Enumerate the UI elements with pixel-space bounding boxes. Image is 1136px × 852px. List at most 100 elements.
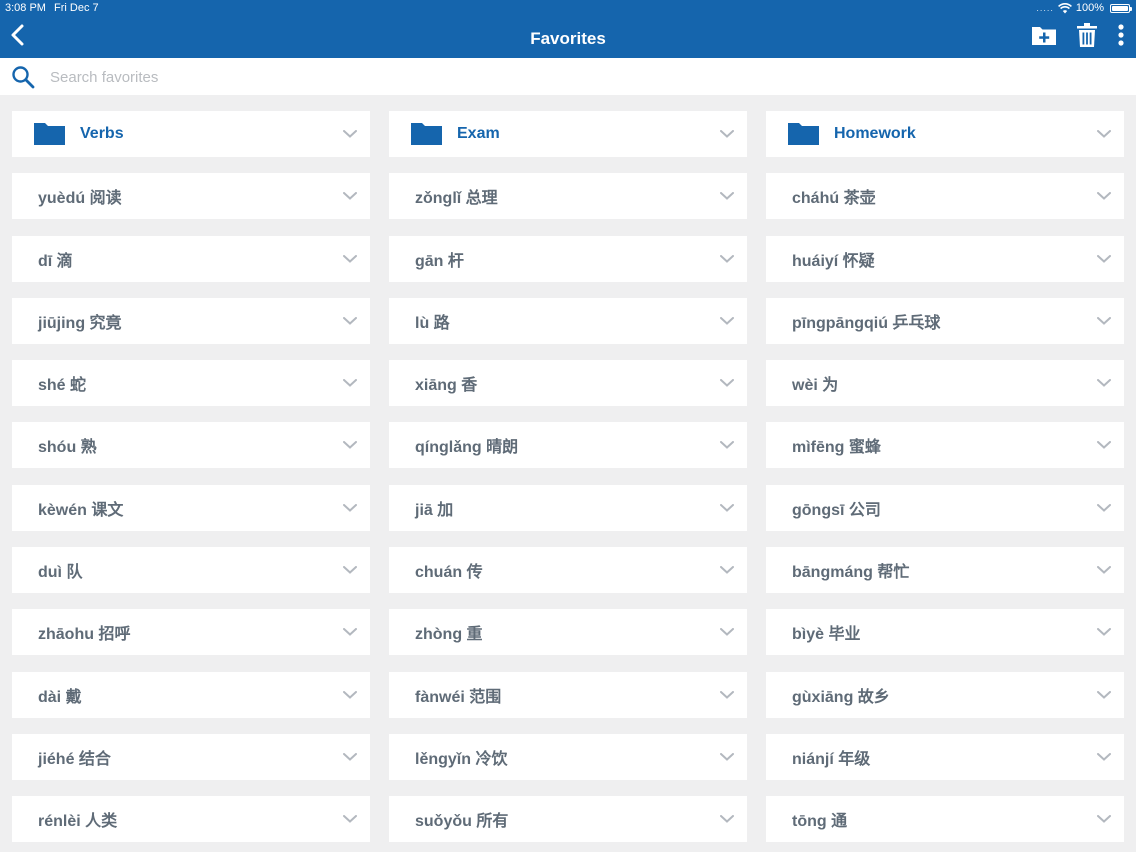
word-label: mìfēng 蜜蜂 bbox=[792, 439, 881, 457]
word-card[interactable]: zǒnglǐ 总理 bbox=[389, 173, 747, 220]
chevron-down-icon[interactable] bbox=[1097, 130, 1111, 138]
word-card[interactable]: wèi 为 bbox=[766, 360, 1124, 407]
chevron-down-icon[interactable] bbox=[343, 441, 357, 450]
word-card[interactable]: yuèdú 阅读 bbox=[12, 173, 370, 220]
chevron-down-icon[interactable] bbox=[1097, 192, 1111, 201]
chevron-down-icon[interactable] bbox=[343, 566, 357, 574]
word-card[interactable]: pīngpāngqiú 乒乓球 bbox=[766, 297, 1124, 344]
chevron-down-icon[interactable] bbox=[343, 316, 357, 325]
word-card[interactable]: rénlèi 人类 bbox=[12, 796, 370, 843]
chevron-down-icon[interactable] bbox=[343, 254, 357, 263]
chevron-down-icon[interactable] bbox=[720, 690, 734, 699]
word-card[interactable]: huáiyí 怀疑 bbox=[766, 235, 1124, 282]
chevron-down-icon[interactable] bbox=[1097, 566, 1111, 574]
word-label: gān 杆 bbox=[415, 252, 464, 270]
chevron-down-icon[interactable] bbox=[1097, 628, 1111, 637]
word-label: jiā 加 bbox=[415, 501, 454, 519]
chevron-down-icon[interactable] bbox=[1097, 690, 1111, 699]
word-label: jiéhé 结合 bbox=[38, 750, 111, 768]
chevron-down-icon[interactable] bbox=[720, 815, 734, 824]
word-label: bìyè 毕业 bbox=[792, 626, 861, 644]
chevron-down-icon[interactable] bbox=[343, 815, 357, 824]
word-card[interactable]: dài 戴 bbox=[12, 671, 370, 718]
word-card[interactable]: gōngsī 公司 bbox=[766, 484, 1124, 531]
chevron-down-icon[interactable] bbox=[720, 503, 734, 512]
word-card[interactable]: xiāng 香 bbox=[389, 360, 747, 407]
chevron-down-icon[interactable] bbox=[720, 254, 734, 263]
word-label: huáiyí 怀疑 bbox=[792, 252, 875, 270]
word-card[interactable]: gùxiāng 故乡 bbox=[766, 671, 1124, 718]
word-card[interactable]: shé 蛇 bbox=[12, 360, 370, 407]
chevron-down-icon[interactable] bbox=[720, 752, 734, 761]
status-time: 3:08 PM bbox=[5, 2, 46, 14]
word-label: bāngmáng 帮忙 bbox=[792, 564, 910, 582]
word-card[interactable]: dī 滴 bbox=[12, 235, 370, 282]
word-label: zhòng 重 bbox=[415, 626, 483, 644]
word-card[interactable]: suǒyǒu 所有 bbox=[389, 796, 747, 843]
word-label: shé 蛇 bbox=[38, 377, 87, 395]
word-label: shóu 熟 bbox=[38, 439, 97, 457]
word-label: pīngpāngqiú 乒乓球 bbox=[792, 314, 941, 332]
word-card[interactable]: bāngmáng 帮忙 bbox=[766, 547, 1124, 594]
new-folder-button[interactable] bbox=[1031, 22, 1057, 48]
search-icon bbox=[12, 66, 35, 89]
word-card[interactable]: zhāohu 招呼 bbox=[12, 609, 370, 656]
chevron-down-icon[interactable] bbox=[720, 379, 734, 388]
word-card[interactable]: kèwén 课文 bbox=[12, 484, 370, 531]
word-card[interactable]: jiā 加 bbox=[389, 484, 747, 531]
word-card[interactable]: qínglǎng 晴朗 bbox=[389, 422, 747, 469]
word-label: yuèdú 阅读 bbox=[38, 190, 122, 208]
chevron-down-icon[interactable] bbox=[1097, 441, 1111, 450]
chevron-down-icon[interactable] bbox=[720, 628, 734, 637]
chevron-down-icon[interactable] bbox=[1097, 503, 1111, 512]
folder-label: Verbs bbox=[80, 125, 124, 142]
word-card[interactable]: mìfēng 蜜蜂 bbox=[766, 422, 1124, 469]
trash-button[interactable] bbox=[1076, 22, 1098, 48]
word-card[interactable]: jiūjing 究竟 bbox=[12, 297, 370, 344]
chevron-down-icon[interactable] bbox=[720, 566, 734, 574]
search-bar bbox=[0, 58, 1136, 95]
folder-verbs[interactable]: Verbs bbox=[12, 111, 370, 157]
folder-icon bbox=[788, 123, 819, 145]
word-card[interactable]: jiéhé 结合 bbox=[12, 733, 370, 780]
chevron-down-icon[interactable] bbox=[720, 316, 734, 325]
word-label: gōngsī 公司 bbox=[792, 501, 881, 519]
chevron-down-icon[interactable] bbox=[343, 503, 357, 512]
word-card[interactable]: gān 杆 bbox=[389, 235, 747, 282]
word-card[interactable]: niánjí 年级 bbox=[766, 733, 1124, 780]
chevron-down-icon[interactable] bbox=[343, 192, 357, 201]
word-card[interactable]: cháhú 茶壶 bbox=[766, 173, 1124, 220]
chevron-down-icon[interactable] bbox=[1097, 815, 1111, 824]
word-card[interactable]: tōng 通 bbox=[766, 796, 1124, 843]
chevron-down-icon[interactable] bbox=[1097, 379, 1111, 388]
chevron-down-icon[interactable] bbox=[1097, 752, 1111, 761]
chevron-down-icon[interactable] bbox=[343, 130, 357, 138]
word-card[interactable]: shóu 熟 bbox=[12, 422, 370, 469]
more-options-button[interactable] bbox=[1114, 22, 1128, 48]
chevron-down-icon[interactable] bbox=[720, 441, 734, 450]
word-card[interactable]: lù 路 bbox=[389, 297, 747, 344]
folder-icon bbox=[34, 123, 65, 145]
word-card[interactable]: duì 队 bbox=[12, 547, 370, 594]
word-label: dī 滴 bbox=[38, 252, 73, 270]
wifi-icon bbox=[1057, 2, 1072, 13]
favorites-grid: Verbs Exam Homework yuèdú 阅读 dī 滴 jiūjing … bbox=[12, 111, 1124, 843]
chevron-down-icon[interactable] bbox=[720, 130, 734, 138]
folder-icon bbox=[411, 123, 442, 145]
word-card[interactable]: zhòng 重 bbox=[389, 609, 747, 656]
chevron-down-icon[interactable] bbox=[343, 752, 357, 761]
word-card[interactable]: bìyè 毕业 bbox=[766, 609, 1124, 656]
chevron-down-icon[interactable] bbox=[1097, 316, 1111, 325]
word-card[interactable]: chuán 传 bbox=[389, 547, 747, 594]
word-card[interactable]: fànwéi 范围 bbox=[389, 671, 747, 718]
chevron-down-icon[interactable] bbox=[343, 690, 357, 699]
word-label: jiūjing 究竟 bbox=[38, 314, 122, 332]
word-card[interactable]: lěngyǐn 冷饮 bbox=[389, 733, 747, 780]
folder-exam[interactable]: Exam bbox=[389, 111, 747, 157]
chevron-down-icon[interactable] bbox=[343, 379, 357, 388]
chevron-down-icon[interactable] bbox=[343, 628, 357, 637]
chevron-down-icon[interactable] bbox=[720, 192, 734, 201]
search-input[interactable] bbox=[50, 64, 1120, 90]
chevron-down-icon[interactable] bbox=[1097, 254, 1111, 263]
folder-homework[interactable]: Homework bbox=[766, 111, 1124, 157]
